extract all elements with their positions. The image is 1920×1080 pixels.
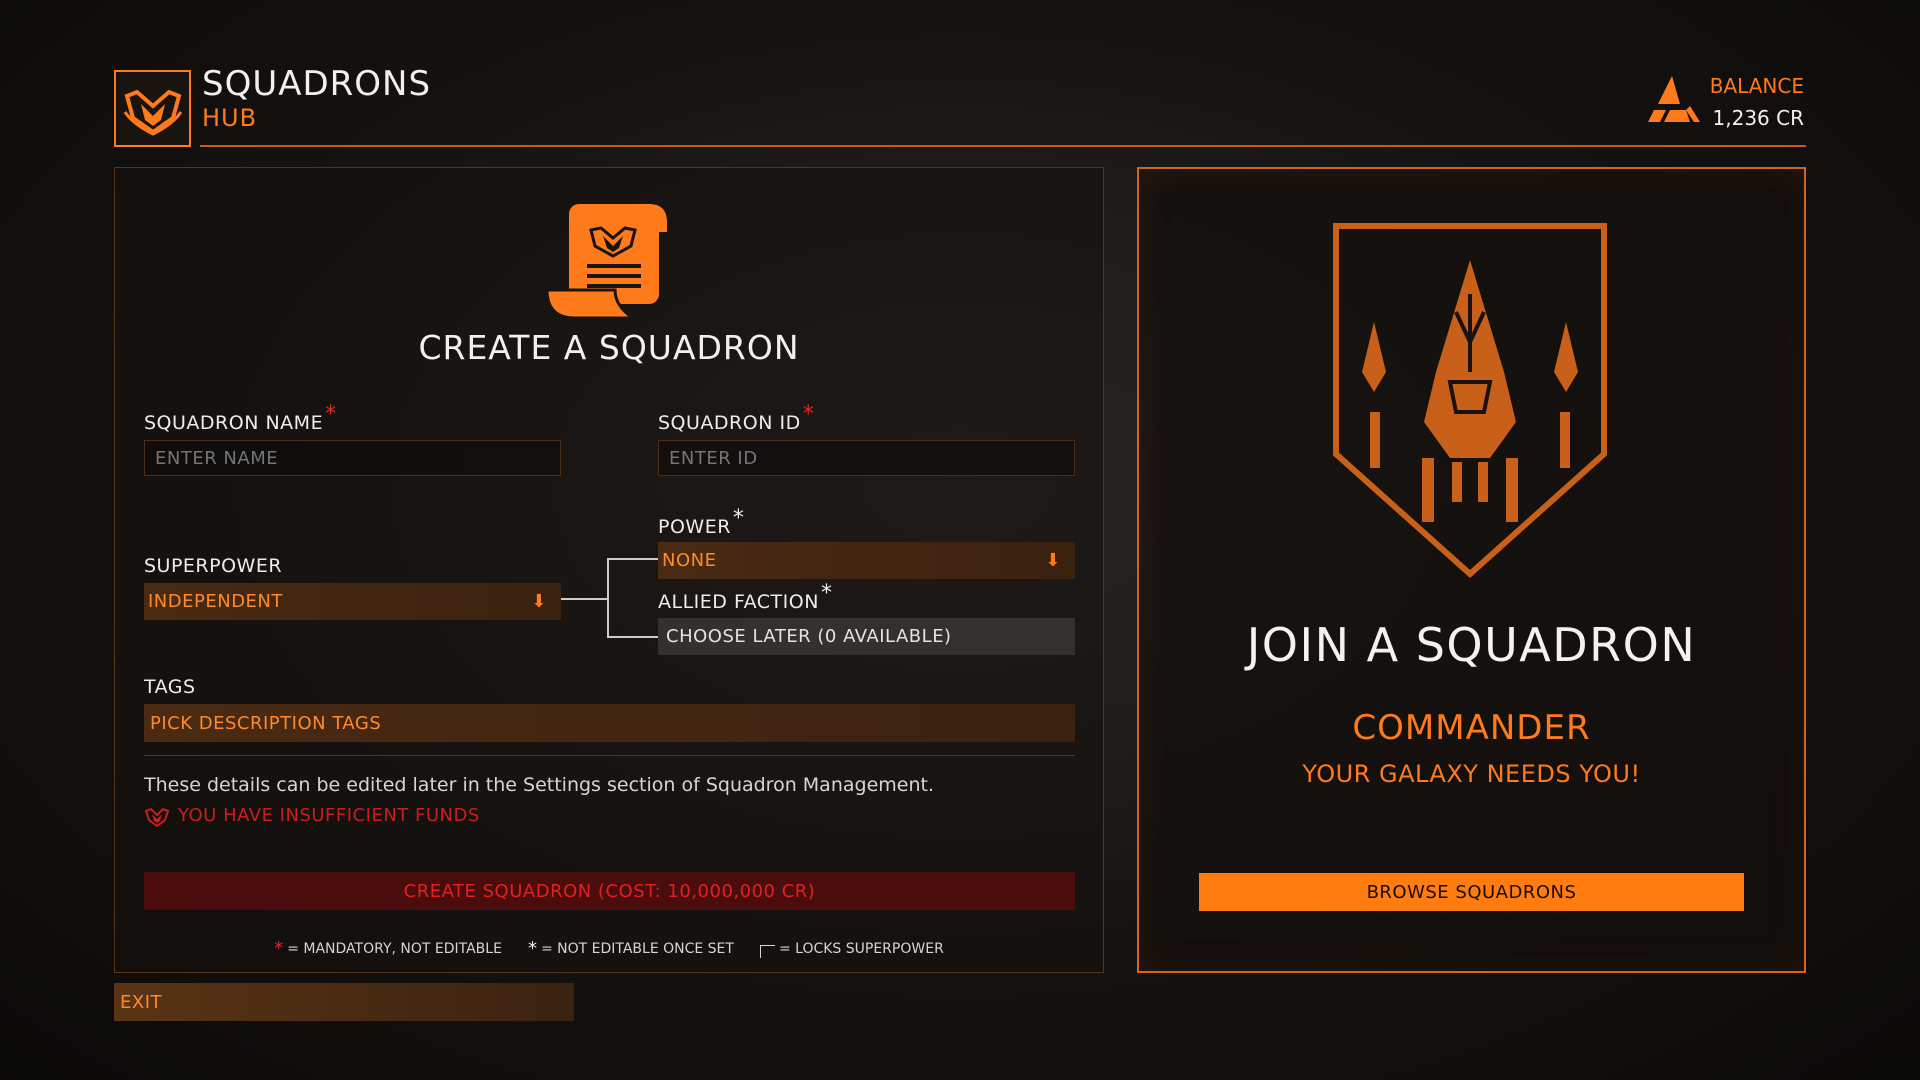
squadron-name-label-text: SQUADRON NAME [144,412,324,434]
lock-connector-line [561,598,608,600]
lock-connector-line [607,636,658,638]
edit-info-text: These details can be edited later in the… [144,774,934,796]
superpower-value: INDEPENDENT [148,591,283,612]
insufficient-funds-warning: YOU HAVE INSUFFICIENT FUNDS [178,805,480,826]
mandatory-star-icon: * [325,402,337,427]
squadron-id-input[interactable] [658,440,1075,476]
allied-faction-label: ALLIED FACTION* [658,581,832,614]
arrow-down-icon: ⬇ [1045,550,1061,571]
join-squadron-title: JOIN A SQUADRON [1246,618,1697,672]
once-set-star-icon: * [732,506,745,531]
balance-label: BALANCE [1709,74,1804,98]
page-title: SQUADRONS [202,64,432,104]
create-squadron-title: CREATE A SQUADRON [418,328,800,367]
power-label-text: POWER [658,516,731,538]
allied-faction-label-text: ALLIED FACTION [658,591,819,613]
legend-once-set-text: = NOT EDITABLE ONCE SET [540,940,734,957]
power-dropdown[interactable]: NONE ⬇ [658,542,1075,579]
tags-picker[interactable]: PICK DESCRIPTION TAGS [144,704,1075,742]
exit-button[interactable]: EXIT [114,983,574,1021]
mandatory-star-icon: * [802,402,815,427]
squadron-name-label: SQUADRON NAME* [144,402,337,435]
join-squadron-tagline: YOUR GALAXY NEEDS YOU! [1302,760,1641,788]
power-label: POWER* [658,506,744,539]
tags-label: TAGS [144,676,196,698]
faction-triangle-icon [1646,74,1702,128]
header-divider [200,145,1806,147]
once-set-star-icon: * [527,938,537,959]
legend-locks: = LOCKS SUPERPOWER [759,938,944,959]
squadron-id-label-text: SQUADRON ID [658,412,801,434]
tags-value: PICK DESCRIPTION TAGS [150,712,382,734]
balance-value: 1,236 CR [1712,106,1804,130]
legend-mandatory-text: = MANDATORY, NOT EDITABLE [287,940,502,957]
squadron-emblem-icon [114,70,191,147]
squadron-shield-ship-icon [1332,222,1608,579]
squadron-name-input[interactable] [144,440,561,476]
once-set-star-icon: * [820,581,833,606]
create-squadron-button[interactable]: CREATE SQUADRON (COST: 10,000,000 CR) [144,872,1075,910]
arrow-down-icon: ⬇ [531,591,547,612]
browse-squadrons-button[interactable]: BROWSE SQUADRONS [1199,873,1744,911]
legend: * = MANDATORY, NOT EDITABLE * = NOT EDIT… [114,938,1104,959]
superpower-dropdown[interactable]: INDEPENDENT ⬇ [144,583,561,620]
lock-bracket-icon [759,945,775,958]
legend-locks-text: = LOCKS SUPERPOWER [778,940,944,957]
legend-once-set: * = NOT EDITABLE ONCE SET [528,938,734,959]
power-value: NONE [662,550,717,571]
allied-faction-dropdown[interactable]: CHOOSE LATER (0 AVAILABLE) [658,618,1075,655]
join-squadron-subtitle: COMMANDER [1352,708,1591,748]
page-subtitle: HUB [202,104,258,132]
warning-emblem-icon [144,805,170,828]
lock-connector-line [607,558,658,560]
superpower-label: SUPERPOWER [144,555,283,577]
legend-mandatory: * = MANDATORY, NOT EDITABLE [274,938,502,959]
lock-connector-line [607,558,609,638]
section-divider [144,755,1075,756]
squadron-id-label: SQUADRON ID* [658,402,814,435]
allied-faction-value: CHOOSE LATER (0 AVAILABLE) [666,626,952,647]
mandatory-star-icon: * [274,938,284,959]
scroll-charter-icon [545,202,670,322]
